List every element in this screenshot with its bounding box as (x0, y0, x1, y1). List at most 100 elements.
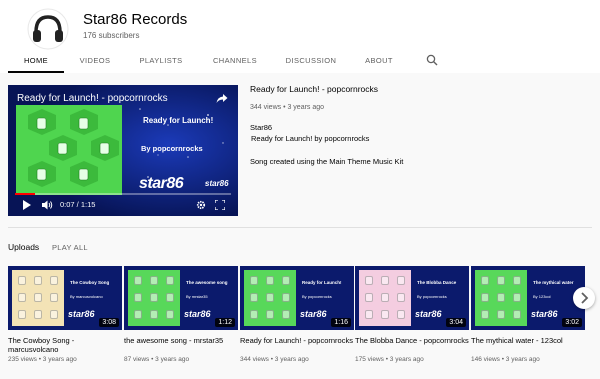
video-thumbnail-art (8, 85, 238, 216)
pattern-sprite (365, 310, 373, 319)
video-thumbnail[interactable]: Ready for Launch! By popcornrocks star86… (240, 266, 354, 330)
pattern-sprite (50, 310, 58, 319)
pattern-sprite (266, 293, 274, 302)
channel-header: Star86 Records 176 subscribers HOME VIDE… (0, 0, 600, 73)
pattern-sprite (18, 293, 26, 302)
featured-video-title[interactable]: Ready for Launch! - popcornrocks (250, 84, 378, 94)
thumbnail-pattern (12, 270, 64, 326)
pattern-sprite (134, 310, 142, 319)
next-button[interactable] (573, 287, 595, 309)
star86-watermark: star86 (205, 179, 229, 188)
duration-badge: 1:16 (331, 318, 351, 327)
pattern-sprite (134, 276, 142, 285)
video-meta: 344 views • 3 years ago (240, 356, 309, 363)
pattern-sprite (50, 293, 58, 302)
tab-channels[interactable]: CHANNELS (205, 50, 265, 73)
star86-logo: star86 (139, 175, 184, 192)
featured-description-line: Star86 (250, 123, 273, 132)
thumbnail-pattern (475, 270, 527, 326)
thumbnail-pattern (128, 270, 180, 326)
tab-home[interactable]: HOME (8, 50, 64, 73)
video-meta: 175 views • 3 years ago (355, 356, 424, 363)
pattern-sprite (397, 293, 405, 302)
pattern-sprite (250, 276, 258, 285)
thumbnail-title: The awesome song (186, 280, 228, 285)
player-title[interactable]: Ready for Launch! - popcornrocks (17, 93, 168, 104)
duration-badge: 1:12 (215, 318, 235, 327)
tab-playlists[interactable]: PLAYLISTS (132, 50, 190, 73)
pattern-sprite (134, 293, 142, 302)
video-title[interactable]: The mythical water - 123col (471, 336, 585, 345)
pattern-sprite (34, 276, 42, 285)
thumbnail-pattern (244, 270, 296, 326)
pattern-sprite (18, 310, 26, 319)
channel-avatar[interactable] (27, 8, 69, 50)
pattern-sprite (381, 276, 389, 285)
video-thumbnail[interactable]: The awesome song By mrstar35 star86 1:12 (124, 266, 238, 330)
play-icon[interactable] (22, 200, 32, 210)
search-icon[interactable] (426, 54, 438, 66)
featured-video-player[interactable]: Ready for Launch! - popcornrocks Ready f… (8, 85, 238, 216)
pattern-sprite (397, 310, 405, 319)
pattern-sprite (365, 293, 373, 302)
tab-videos[interactable]: VIDEOS (70, 50, 120, 73)
star86-logo: star86 (68, 309, 95, 319)
tab-about[interactable]: ABOUT (356, 50, 402, 73)
share-icon[interactable] (216, 93, 228, 104)
video-title[interactable]: Ready for Launch! - popcornrocks (240, 336, 354, 345)
progress-bar[interactable] (15, 193, 231, 195)
pattern-sprite (266, 276, 274, 285)
pattern-sprite (282, 293, 290, 302)
pattern-sprite (34, 310, 42, 319)
pattern-sprite (381, 293, 389, 302)
progress-fill (15, 193, 36, 195)
video-thumbnail[interactable]: The Blobba Dance By popcornrocks star86 … (355, 266, 469, 330)
thumbnail-author: By mrstar35 (186, 294, 208, 299)
thumbnail-author: By marcusvolcano (70, 294, 103, 299)
featured-description-line: Ready for Launch! by popcornrocks (251, 134, 370, 143)
pattern-sprite (497, 293, 505, 302)
pattern-sprite (513, 293, 521, 302)
video-title[interactable]: The Blobba Dance - popcornrocks (355, 336, 469, 345)
play-all-button[interactable]: PLAY ALL (52, 243, 88, 252)
time-display: 0:07 / 1:15 (60, 200, 96, 209)
video-meta: 146 views • 3 years ago (471, 356, 540, 363)
pattern-sprite (282, 310, 290, 319)
video-thumbnail[interactable]: The mythical water By 123col star86 3:02 (471, 266, 585, 330)
pattern-sprite (266, 310, 274, 319)
pattern-sprite (513, 276, 521, 285)
pattern-sprite (150, 276, 158, 285)
video-meta: 235 views • 3 years ago (8, 356, 77, 363)
pattern-sprite (481, 310, 489, 319)
video-title[interactable]: the awesome song - mrstar35 (124, 336, 238, 345)
pattern-sprite (166, 276, 174, 285)
pattern-sprite (381, 310, 389, 319)
pattern-sprite (166, 310, 174, 319)
uploads-heading[interactable]: Uploads (8, 242, 39, 252)
video-thumbnail[interactable]: The Cowboy Song By marcusvolcano star86 … (8, 266, 122, 330)
pattern-sprite (150, 310, 158, 319)
gear-icon[interactable] (196, 200, 206, 210)
star86-logo: star86 (531, 309, 558, 319)
pattern-sprite (513, 310, 521, 319)
thumbnail-pattern (359, 270, 411, 326)
pattern-sprite (166, 293, 174, 302)
thumbnail-title: The mythical water (533, 280, 574, 285)
pattern-sprite (481, 276, 489, 285)
duration-badge: 3:02 (562, 318, 582, 327)
duration-badge: 3:08 (99, 318, 119, 327)
video-title[interactable]: The Cowboy Song - marcusvolcano (8, 336, 122, 354)
volume-icon[interactable] (42, 200, 53, 210)
star86-logo: star86 (300, 309, 327, 319)
pattern-sprite (365, 276, 373, 285)
video-meta: 87 views • 3 years ago (124, 356, 190, 363)
thumbnail-author: By popcornrocks (141, 144, 203, 153)
pattern-sprite (481, 293, 489, 302)
chevron-right-icon (581, 292, 589, 304)
star86-logo: star86 (184, 309, 211, 319)
pattern-sprite (397, 276, 405, 285)
featured-description-line: Song created using the Main Theme Music … (250, 157, 404, 166)
pattern-sprite (497, 276, 505, 285)
tab-discussion[interactable]: DISCUSSION (280, 50, 342, 73)
fullscreen-icon[interactable] (215, 200, 225, 210)
